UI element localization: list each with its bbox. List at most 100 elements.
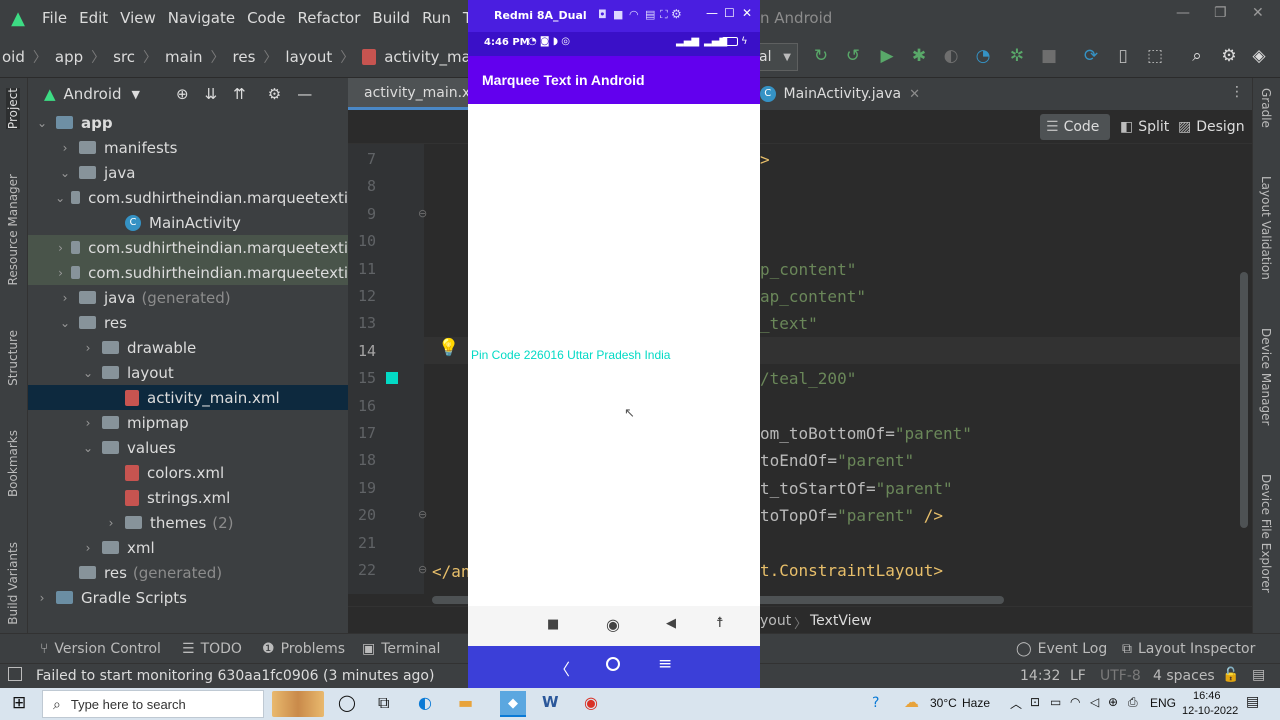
show-hidden-icons-chevron-icon[interactable]: ︿ — [1010, 695, 1022, 712]
tool-tab-event-log[interactable]: ◯ Event Log — [1016, 641, 1107, 657]
settings-gear-icon[interactable]: ⚙ — [1218, 46, 1240, 66]
nav-home-icon[interactable] — [606, 657, 620, 671]
tree-item[interactable]: ⌄ com.sudhirtheindian.marqueetexti — [28, 185, 348, 210]
menu-code[interactable]: Code — [241, 9, 291, 27]
tool-tab-terminal[interactable]: ▣ Terminal — [362, 641, 440, 657]
chevron-down-icon[interactable]: ⌄ — [57, 316, 73, 330]
intention-bulb-icon[interactable]: 💡 — [438, 338, 459, 358]
chevron-down-icon[interactable]: ⌄ — [80, 366, 96, 380]
editor-breadcrumb-textview[interactable]: TextView — [810, 613, 872, 629]
accessibility-icon[interactable]: ☨ — [716, 615, 724, 631]
tree-item[interactable]: › Gradle Scripts — [28, 585, 348, 610]
notifications-icon[interactable]: ◈ — [1248, 46, 1270, 66]
weather-temp[interactable]: 30°C — [930, 696, 957, 710]
edge-browser-icon[interactable]: ◐ — [418, 693, 432, 712]
menu-view[interactable]: View — [114, 9, 162, 27]
color-swatch-icon[interactable] — [386, 372, 398, 384]
hide-panel-icon[interactable]: — — [297, 85, 312, 103]
tool-tab-resource-manager[interactable]: Resource Manager — [6, 174, 20, 285]
fold-marker-icon[interactable]: ⊖ — [418, 563, 427, 576]
profiler-gauge-icon[interactable]: ◔ — [972, 46, 994, 66]
menu-navigate[interactable]: Navigate — [162, 9, 241, 27]
tool-tab-structure[interactable]: Structure — [6, 330, 20, 386]
chevron-right-icon[interactable]: › — [103, 516, 119, 530]
chevron-right-icon[interactable]: › — [56, 266, 65, 280]
menu-edit[interactable]: Edit — [73, 9, 114, 27]
stop-square-icon[interactable]: ■ — [547, 617, 559, 632]
device-manager-icon[interactable]: ▯ — [1112, 46, 1134, 66]
indent-setting[interactable]: 4 spaces — [1153, 668, 1215, 684]
menu-run[interactable]: Run — [416, 9, 457, 27]
apply-changes-icon[interactable]: ↻ — [810, 46, 832, 66]
tab-activity-main-xml[interactable]: activity_main.x — [348, 78, 470, 110]
language-indicator[interactable]: ENG — [1150, 696, 1176, 710]
tray-app-icon[interactable]: ⊡ — [1030, 695, 1040, 709]
weather-desc[interactable]: Haze — [962, 696, 990, 710]
tool-tab-build-variants[interactable]: Build Variants — [6, 542, 20, 625]
tree-item[interactable]: › com.sudhirtheindian.marqueetexti — [28, 260, 348, 285]
tool-tab-todo[interactable]: ☰ TODO — [182, 641, 242, 657]
minimize-icon[interactable]: — — [1176, 5, 1190, 21]
caret-position[interactable]: 14:32 — [1020, 668, 1060, 684]
file-explorer-icon[interactable]: ▬ — [458, 693, 473, 712]
breadcrumb-main[interactable]: main — [165, 48, 202, 66]
view-mode-split-button[interactable]: ◧ Split — [1120, 114, 1169, 140]
tool-tab-problems[interactable]: ❶ Problems — [262, 641, 345, 657]
breadcrumb-app[interactable]: app — [55, 48, 83, 66]
close-tab-icon[interactable]: ✕ — [909, 87, 920, 102]
tree-item[interactable]: › themes (2) — [28, 510, 348, 535]
chevron-right-icon[interactable]: › — [56, 241, 65, 255]
project-view-selector[interactable]: Android — [64, 85, 122, 103]
tool-tab-gradle[interactable]: Gradle — [1259, 88, 1273, 128]
printer-icon[interactable]: ⎙ — [1128, 695, 1138, 710]
file-encoding[interactable]: UTF-8 — [1100, 668, 1141, 684]
restore-icon[interactable]: ❐ — [1214, 5, 1227, 21]
phone-maximize-icon[interactable]: ☐ — [724, 6, 735, 20]
debug-icon[interactable]: ✱ — [908, 46, 930, 66]
fullscreen-icon[interactable]: ⛶ — [660, 8, 668, 22]
menu-refactor[interactable]: Refactor — [291, 9, 366, 27]
tree-item[interactable]: ⌄ app — [28, 110, 348, 135]
volume-icon[interactable]: ◁ — [1090, 695, 1099, 709]
chevron-right-icon[interactable]: › — [34, 591, 50, 605]
tree-item[interactable]: ⌄ java — [28, 160, 348, 185]
tool-tab-layout-validation[interactable]: Layout Validation — [1259, 176, 1273, 280]
chevron-right-icon[interactable]: › — [80, 341, 96, 355]
notification-center-icon[interactable]: ▤ — [1246, 694, 1259, 710]
battery-tray-icon[interactable]: ▭ — [1050, 695, 1061, 709]
chevron-down-icon[interactable]: ⌄ — [80, 441, 96, 455]
chevron-right-icon[interactable]: › — [57, 291, 73, 305]
phone-minimize-icon[interactable]: — — [706, 6, 718, 20]
fold-marker-icon[interactable]: ⊖ — [418, 207, 427, 220]
panel-settings-gear-icon[interactable]: ⚙ — [268, 85, 281, 103]
tree-item[interactable]: › mipmap — [28, 410, 348, 435]
tree-item[interactable]: › com.sudhirtheindian.marqueetexti — [28, 235, 348, 260]
tree-item[interactable]: › java (generated) — [28, 285, 348, 310]
clock-time[interactable]: 16:46 — [1193, 690, 1221, 702]
apply-code-changes-icon[interactable]: ↺ — [842, 46, 864, 66]
breadcrumb-src[interactable]: src — [113, 48, 135, 66]
wifi-icon[interactable]: ◠ — [1070, 695, 1080, 709]
tree-item[interactable]: › xml — [28, 535, 348, 560]
back-triangle-icon[interactable]: ◀ — [666, 616, 676, 631]
status-toggle-icon[interactable] — [8, 667, 22, 681]
sync-gradle-icon[interactable]: ⟳ — [1080, 46, 1102, 66]
audio-icon[interactable]: ◠ — [629, 8, 639, 21]
chrome-icon[interactable]: ◉ — [584, 693, 598, 712]
chevron-right-icon[interactable]: › — [57, 141, 73, 155]
view-mode-design-button[interactable]: ▨ Design — [1178, 114, 1245, 140]
tree-item[interactable]: ⌄ layout — [28, 360, 348, 385]
breadcrumb-layout[interactable]: layout — [285, 48, 332, 66]
chevron-down-icon[interactable]: ▼ — [132, 88, 140, 101]
memory-indicator-icon[interactable]: ▤ — [1252, 667, 1265, 683]
attach-debugger-icon[interactable]: ✲ — [1006, 46, 1028, 66]
task-view-icon[interactable]: ⧉ — [378, 693, 389, 713]
run-icon[interactable]: ▶ — [876, 46, 898, 66]
tree-item[interactable]: colors.xml — [28, 460, 348, 485]
tool-tab-project[interactable]: Project — [6, 88, 20, 130]
tool-tab-version-control[interactable]: ⑂ Version Control — [40, 641, 161, 657]
tree-item[interactable]: › manifests — [28, 135, 348, 160]
view-mode-code-button[interactable]: ☰ Code — [1040, 114, 1110, 140]
record-icon[interactable]: ■ — [613, 8, 623, 21]
help-icon[interactable]: ? — [872, 695, 879, 711]
